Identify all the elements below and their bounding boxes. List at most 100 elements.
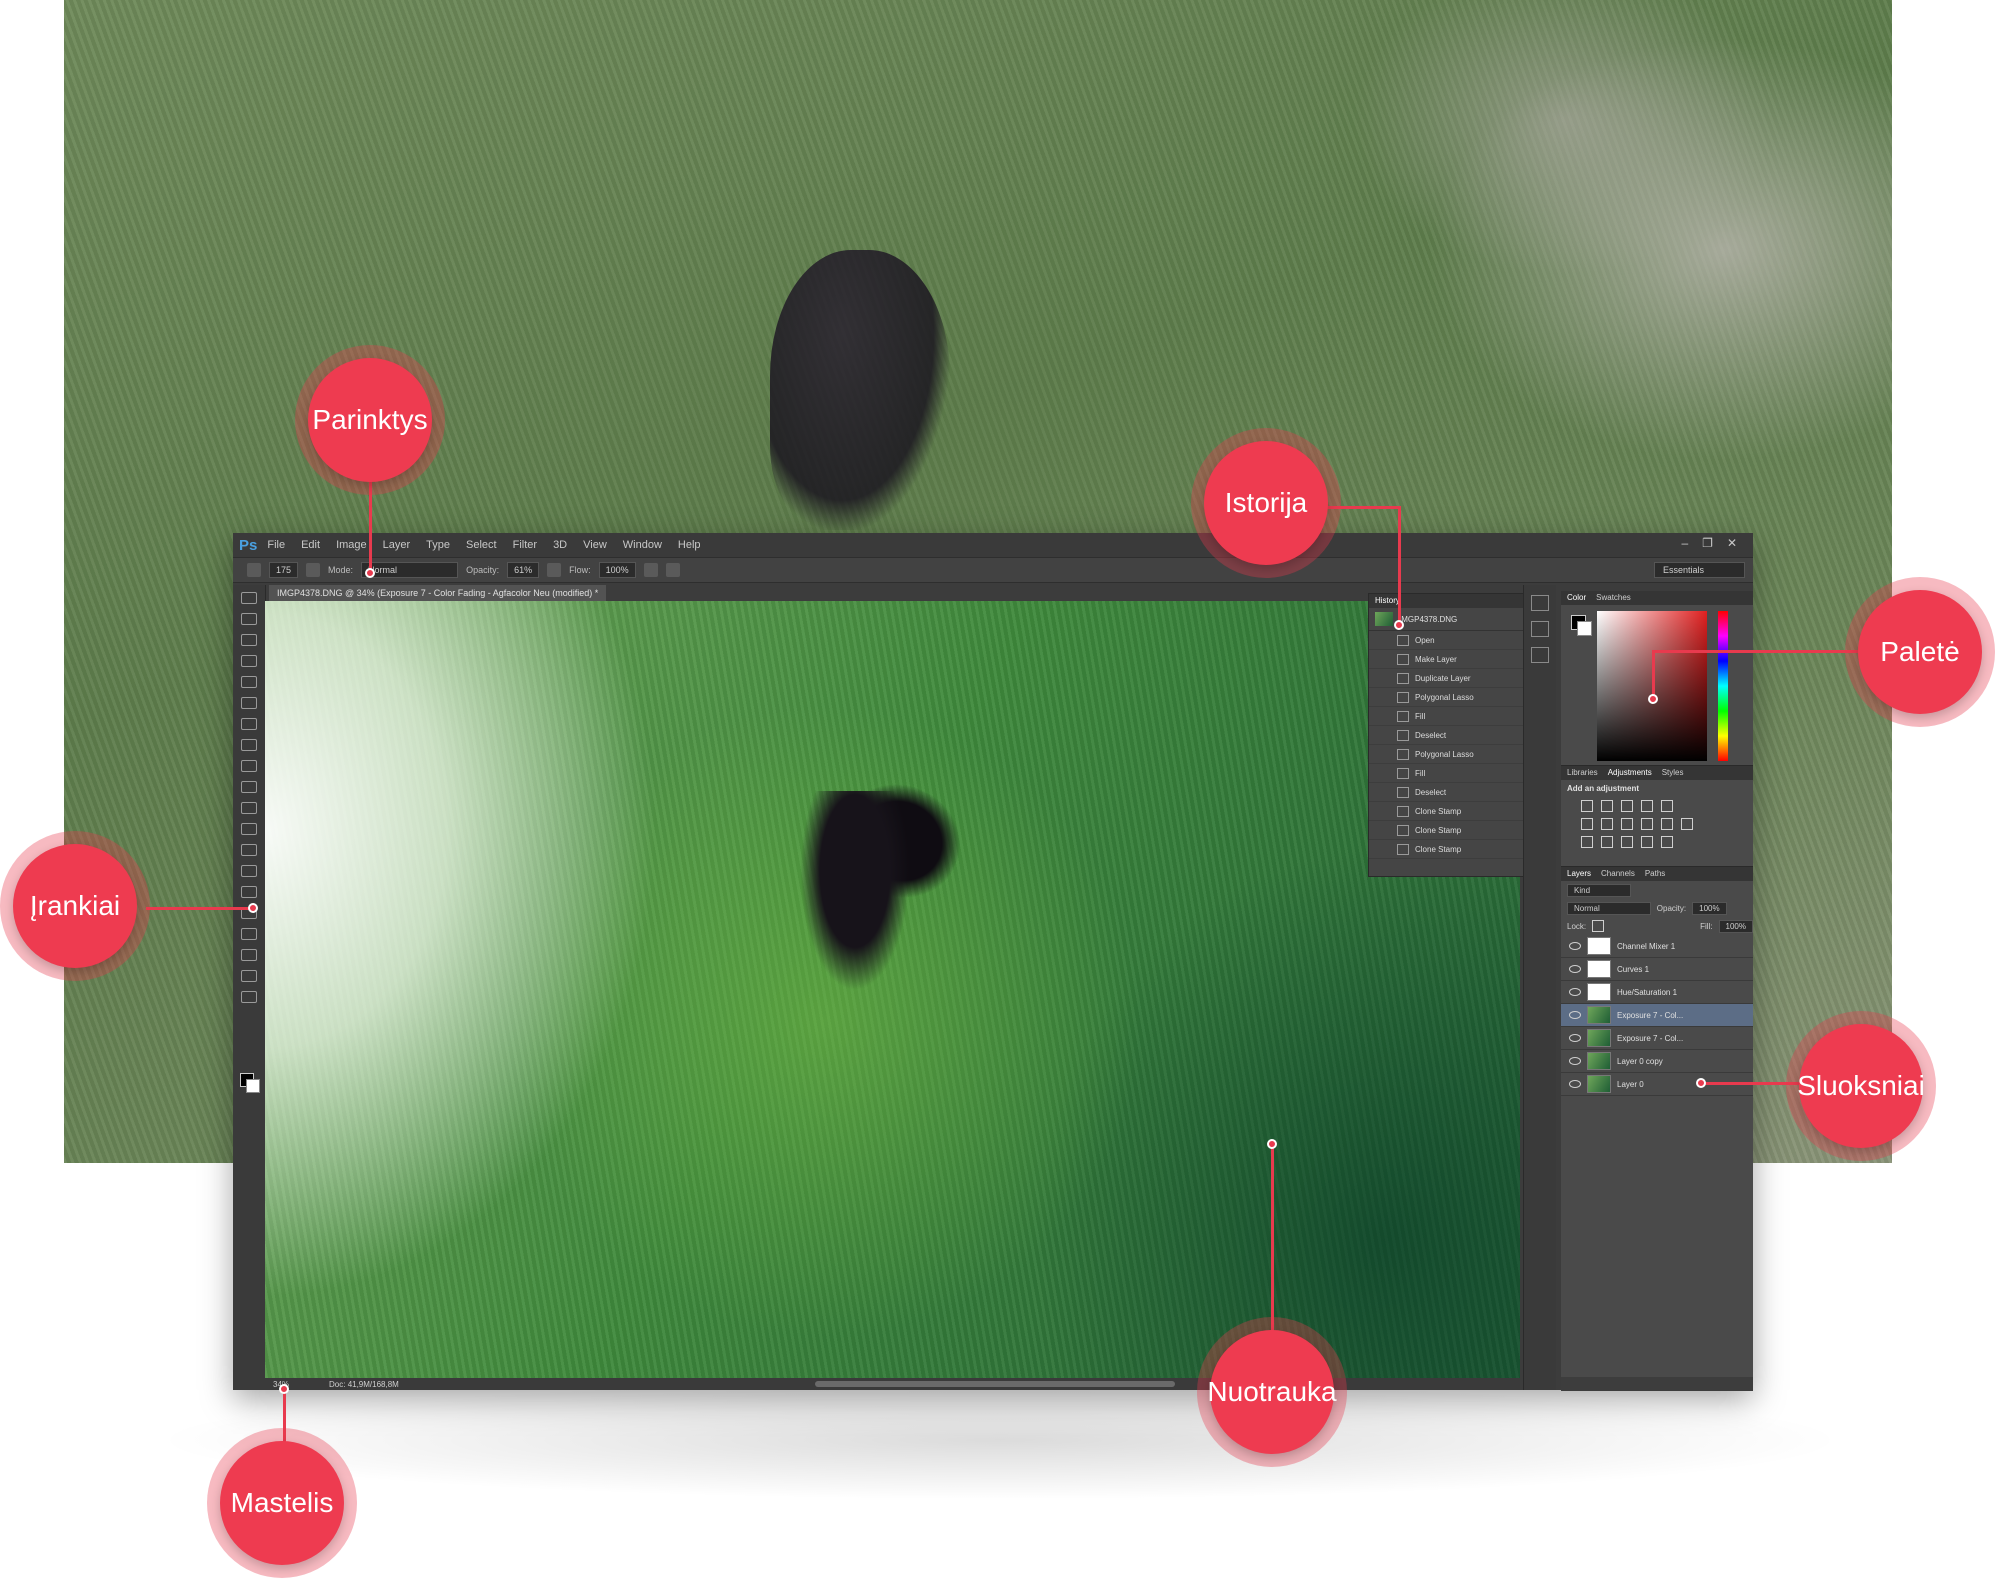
layer-row[interactable]: Layer 0 copy	[1561, 1050, 1753, 1073]
menu-edit[interactable]: Edit	[301, 539, 320, 551]
move-tool-icon[interactable]	[241, 592, 257, 604]
workspace-select[interactable]: Essentials	[1653, 562, 1745, 578]
clone-stamp-tool-icon[interactable]	[241, 760, 257, 772]
layer-row[interactable]: Channel Mixer 1	[1561, 935, 1753, 958]
tab-styles[interactable]: Styles	[1662, 766, 1684, 780]
tab-channels[interactable]: Channels	[1601, 867, 1635, 881]
menu-3d[interactable]: 3D	[553, 539, 567, 551]
hand-tool-icon[interactable]	[241, 970, 257, 982]
channel-mixer-icon[interactable]	[1661, 818, 1673, 830]
history-item[interactable]: Polygonal Lasso	[1369, 745, 1524, 764]
history-item[interactable]: Clone Stamp	[1369, 821, 1524, 840]
vibrance-icon[interactable]	[1661, 800, 1673, 812]
background-color-chip[interactable]	[1577, 621, 1592, 636]
brush-tool-icon[interactable]	[241, 739, 257, 751]
blend-mode-select[interactable]: Normal	[1567, 901, 1651, 915]
shape-tool-icon[interactable]	[241, 949, 257, 961]
black-white-icon[interactable]	[1621, 818, 1633, 830]
color-lookup-icon[interactable]	[1681, 818, 1693, 830]
fill-field[interactable]: 100%	[1718, 919, 1753, 933]
eye-icon[interactable]	[1569, 1034, 1581, 1042]
photo-filter-icon[interactable]	[1641, 818, 1653, 830]
history-item[interactable]: Deselect	[1369, 783, 1524, 802]
history-item[interactable]: Fill	[1369, 764, 1524, 783]
exposure-icon[interactable]	[1641, 800, 1653, 812]
menu-filter[interactable]: Filter	[513, 539, 537, 551]
posterize-icon[interactable]	[1601, 836, 1613, 848]
tab-swatches[interactable]: Swatches	[1596, 591, 1631, 605]
lock-icon[interactable]	[1592, 920, 1605, 932]
levels-icon[interactable]	[1601, 800, 1613, 812]
history-item[interactable]: Clone Stamp	[1369, 802, 1524, 821]
layer-row[interactable]: Curves 1	[1561, 958, 1753, 981]
mode-select[interactable]: Normal	[361, 562, 459, 578]
background-color-swatch[interactable]	[246, 1079, 260, 1093]
dodge-tool-icon[interactable]	[241, 865, 257, 877]
layer-opacity-field[interactable]: 100%	[1692, 901, 1727, 915]
menu-image[interactable]: Image	[336, 539, 367, 551]
minimize-button[interactable]: –	[1681, 536, 1688, 550]
clone-source-dock-icon[interactable]	[1531, 647, 1549, 663]
eye-icon[interactable]	[1569, 988, 1581, 996]
airbrush-icon[interactable]	[643, 563, 658, 577]
lasso-tool-icon[interactable]	[241, 634, 257, 646]
tab-libraries[interactable]: Libraries	[1567, 766, 1598, 780]
menu-view[interactable]: View	[583, 539, 607, 551]
zoom-tool-icon[interactable]	[241, 991, 257, 1003]
menu-help[interactable]: Help	[678, 539, 701, 551]
color-balance-icon[interactable]	[1601, 818, 1613, 830]
history-item[interactable]: Polygonal Lasso	[1369, 688, 1524, 707]
pressure-size-icon[interactable]	[665, 563, 680, 577]
history-item[interactable]: Fill	[1369, 707, 1524, 726]
history-item[interactable]: Open	[1369, 631, 1524, 650]
curves-icon[interactable]	[1621, 800, 1633, 812]
history-item[interactable]: Make Layer	[1369, 650, 1524, 669]
menu-file[interactable]: File	[267, 539, 285, 551]
history-brush-tool-icon[interactable]	[241, 781, 257, 793]
eye-icon[interactable]	[1569, 1080, 1581, 1088]
restore-button[interactable]: ❐	[1702, 536, 1713, 550]
layer-row[interactable]: Exposure 7 - Col...	[1561, 1027, 1753, 1050]
tab-layers[interactable]: Layers	[1567, 867, 1591, 881]
tab-history[interactable]: History	[1375, 594, 1400, 608]
document-tab[interactable]: IMGP4378.DNG @ 34% (Exposure 7 - Color F…	[269, 585, 607, 601]
history-dock-icon[interactable]	[1531, 595, 1549, 611]
path-selection-tool-icon[interactable]	[241, 928, 257, 940]
brush-size-picker[interactable]: 175	[269, 562, 299, 578]
magic-wand-tool-icon[interactable]	[241, 655, 257, 667]
menu-select[interactable]: Select	[466, 539, 497, 551]
hue-slider[interactable]	[1718, 611, 1728, 761]
tab-color[interactable]: Color	[1567, 591, 1586, 605]
eye-icon[interactable]	[1569, 965, 1581, 973]
pressure-opacity-icon[interactable]	[547, 563, 562, 577]
menu-window[interactable]: Window	[623, 539, 662, 551]
history-item[interactable]: Deselect	[1369, 726, 1524, 745]
layer-row[interactable]: Hue/Saturation 1	[1561, 981, 1753, 1004]
tab-adjustments[interactable]: Adjustments	[1608, 766, 1652, 780]
opacity-field[interactable]: 61%	[507, 562, 540, 578]
history-item[interactable]: Clone Stamp	[1369, 840, 1524, 859]
hue-saturation-icon[interactable]	[1581, 818, 1593, 830]
eyedropper-tool-icon[interactable]	[241, 697, 257, 709]
tab-paths[interactable]: Paths	[1645, 867, 1665, 881]
brush-tool-icon[interactable]	[247, 563, 261, 577]
properties-dock-icon[interactable]	[1531, 621, 1549, 637]
gradient-map-icon[interactable]	[1641, 836, 1653, 848]
marquee-tool-icon[interactable]	[241, 613, 257, 625]
healing-brush-tool-icon[interactable]	[241, 718, 257, 730]
blur-tool-icon[interactable]	[241, 844, 257, 856]
layer-row-selected[interactable]: Exposure 7 - Col...	[1561, 1004, 1753, 1027]
brightness-icon[interactable]	[1581, 800, 1593, 812]
threshold-icon[interactable]	[1621, 836, 1633, 848]
eye-icon[interactable]	[1569, 942, 1581, 950]
history-item[interactable]: Duplicate Layer	[1369, 669, 1524, 688]
menu-layer[interactable]: Layer	[383, 539, 411, 551]
layer-kind-filter[interactable]: Kind	[1567, 883, 1632, 897]
selective-color-icon[interactable]	[1661, 836, 1673, 848]
close-button[interactable]: ✕	[1727, 536, 1737, 550]
menu-type[interactable]: Type	[426, 539, 450, 551]
eraser-tool-icon[interactable]	[241, 802, 257, 814]
pen-tool-icon[interactable]	[241, 886, 257, 898]
history-snapshot[interactable]: IMGP4378.DNG	[1369, 608, 1524, 631]
horizontal-scrollbar[interactable]	[815, 1381, 1175, 1387]
